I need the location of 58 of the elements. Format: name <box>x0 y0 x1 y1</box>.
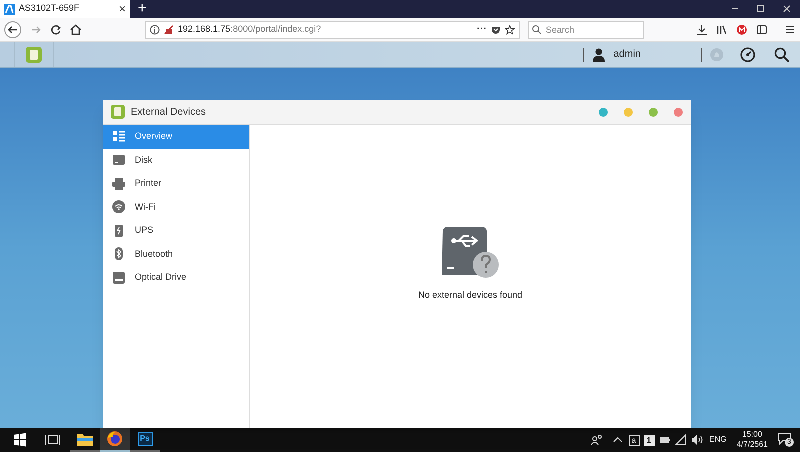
chevron-up-icon[interactable] <box>612 435 623 445</box>
reload-icon[interactable] <box>50 24 62 36</box>
clock-date[interactable]: 4/7/2561 <box>736 440 768 450</box>
overview-icon <box>112 130 126 144</box>
usb-drive-question-icon <box>442 225 500 279</box>
info-icon <box>150 24 160 34</box>
url-text: 192.168.1.75:8000/portal/index.cgi? <box>178 22 322 36</box>
extension-icon[interactable] <box>736 24 748 36</box>
browser-icon <box>107 431 123 447</box>
search-icon <box>532 24 542 34</box>
sidebar-item[interactable]: Printer <box>103 172 249 196</box>
close-tab-button[interactable]: × <box>118 3 126 15</box>
bluetooth-icon <box>112 247 126 262</box>
volume-icon[interactable] <box>690 434 705 446</box>
browser-tab[interactable]: AS3102T-659F × <box>0 0 130 18</box>
sidebar-item[interactable]: Wi-Fi <box>103 196 249 219</box>
tab-title: AS3102T-659F <box>19 2 81 16</box>
people-icon[interactable] <box>590 434 603 446</box>
folder-icon <box>77 432 93 446</box>
restore-icon[interactable] <box>756 4 766 14</box>
close-icon[interactable] <box>782 4 792 14</box>
network-icon[interactable] <box>674 434 687 446</box>
download-icon[interactable] <box>696 24 708 36</box>
gauge-icon[interactable] <box>740 46 756 62</box>
sidebar-item[interactable]: Disk <box>103 148 249 172</box>
menu-icon[interactable] <box>784 24 796 36</box>
back-icon[interactable] <box>4 20 22 38</box>
new-tab-button[interactable]: + <box>130 0 155 18</box>
tray-app-icon[interactable]: a <box>628 434 640 446</box>
photoshop-icon: Ps <box>138 432 152 446</box>
library-icon[interactable] <box>716 24 728 36</box>
star-icon[interactable] <box>505 24 515 34</box>
battery-icon[interactable] <box>658 434 671 446</box>
language-indicator[interactable]: ENG <box>710 434 727 446</box>
address-field[interactable]: 192.168.1.75:8000/portal/index.cgi? ··· <box>145 20 520 38</box>
wifi-icon <box>112 200 126 214</box>
ups-icon <box>112 224 126 238</box>
window-title: External Devices <box>131 106 208 120</box>
sidebar-item[interactable]: UPS <box>103 219 249 242</box>
empty-state-message: No external devices found <box>418 289 523 302</box>
external-devices-app-icon <box>111 105 125 119</box>
sidebar-item[interactable]: Optical Drive <box>103 266 249 290</box>
home-icon[interactable] <box>70 24 82 36</box>
app-logo-icon <box>4 4 15 14</box>
sidebar-icon[interactable] <box>756 24 768 36</box>
tray-app-icon[interactable]: 1 <box>644 434 655 446</box>
search-field[interactable]: Search <box>528 20 644 38</box>
page-actions-button[interactable]: ··· <box>477 22 487 37</box>
user-name[interactable]: admin <box>614 47 641 62</box>
taskbar-app-button[interactable]: Ps <box>130 428 160 452</box>
user-icon <box>592 48 606 62</box>
clock-time[interactable]: 15:00 <box>742 430 762 440</box>
pocket-icon[interactable] <box>491 24 501 34</box>
sidebar-item[interactable]: Overview <box>103 125 249 148</box>
search-icon[interactable] <box>774 46 790 62</box>
sidebar-item[interactable]: Bluetooth <box>103 242 249 266</box>
optical-icon <box>112 270 126 285</box>
taskbar-app-button[interactable] <box>100 428 130 452</box>
